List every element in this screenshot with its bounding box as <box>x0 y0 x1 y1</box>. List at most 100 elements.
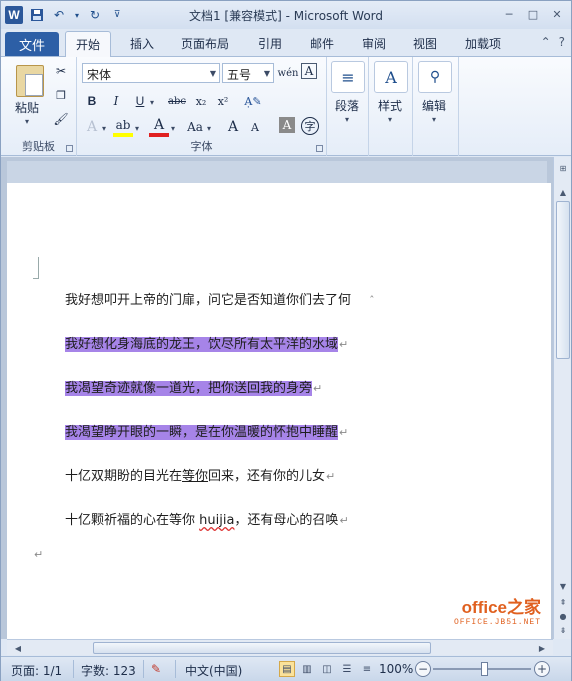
editing-dropdown-icon[interactable]: ▾ <box>432 115 436 124</box>
vertical-scroll-thumb[interactable] <box>556 201 570 359</box>
bold-button[interactable]: B <box>82 91 102 111</box>
minimize-ribbon-icon[interactable]: ⌃ <box>541 35 551 49</box>
draft-icon[interactable]: ≡ <box>359 661 375 677</box>
char-shading-button[interactable]: A <box>279 117 295 133</box>
doc-line-5-text-a: 十亿双期盼的目光在 <box>65 469 183 484</box>
print-layout-icon[interactable]: ▤ <box>279 661 295 677</box>
zoom-slider-knob[interactable] <box>481 662 488 676</box>
doc-line-5-underlined: 等你 <box>182 469 209 484</box>
font-launcher-icon[interactable] <box>316 145 323 152</box>
doc-line-1[interactable]: 我好想叩开上帝的门扉，问它是否知道你们去了何 ˆ <box>65 289 375 308</box>
binoculars-icon[interactable]: ⚲ <box>418 61 452 93</box>
proofing-error-icon[interactable]: ✎ <box>151 662 161 676</box>
language-indicator[interactable]: 中文(中国) <box>185 662 242 679</box>
help-icon[interactable]: ? <box>559 35 565 49</box>
divider <box>73 660 74 678</box>
next-page-icon[interactable]: ⇟ <box>556 623 570 637</box>
highlight-icon[interactable]: ab <box>113 117 133 137</box>
vertical-scrollbar[interactable]: ⊞ ▲ ▼ ⇞ ● ⇟ <box>553 157 571 639</box>
copy-icon[interactable]: ❐ <box>53 87 69 103</box>
zoom-level[interactable]: 100% <box>379 662 413 676</box>
tab-page-layout[interactable]: 页面布局 <box>181 35 229 52</box>
full-screen-reading-icon[interactable]: ▥ <box>299 661 315 677</box>
superscript-button[interactable]: x² <box>213 91 233 111</box>
doc-line-6[interactable]: 十亿颗祈福的心在等你 huijia，还有母心的召唤↵ <box>65 509 349 528</box>
paragraph-mark: ↵ <box>326 470 336 483</box>
tab-addins[interactable]: 加载项 <box>465 35 501 52</box>
clear-formatting-icon[interactable]: Ạ✎ <box>243 91 263 111</box>
horizontal-scroll-thumb[interactable] <box>93 642 431 654</box>
doc-line-5[interactable]: 十亿双期盼的目光在等你回来，还有你的儿女↵ <box>65 465 335 484</box>
char-border-icon[interactable]: A <box>301 63 317 79</box>
page-count[interactable]: 页面: 1/1 <box>11 662 62 679</box>
styles-label[interactable]: 样式 <box>378 97 402 114</box>
minimize-icon[interactable]: ─ <box>499 6 519 22</box>
font-name-combo[interactable]: 宋体 ▼ <box>82 63 220 83</box>
font-color-dropdown-icon[interactable]: ▾ <box>171 124 175 133</box>
previous-page-icon[interactable]: ⇞ <box>556 595 570 609</box>
cut-icon[interactable]: ✂ <box>53 63 69 79</box>
close-icon[interactable]: ✕ <box>547 6 567 22</box>
paste-dropdown-icon[interactable]: ▾ <box>25 117 29 126</box>
zoom-out-icon[interactable]: − <box>415 661 431 677</box>
scroll-up-icon[interactable]: ▲ <box>556 185 570 199</box>
web-layout-icon[interactable]: ◫ <box>319 661 335 677</box>
shrink-font-button[interactable]: A <box>245 117 265 137</box>
enclose-char-button[interactable]: 字 <box>301 117 319 135</box>
paragraph-dropdown-icon[interactable]: ▾ <box>345 115 349 124</box>
select-browse-object-icon[interactable]: ● <box>556 609 570 623</box>
zoom-in-icon[interactable]: + <box>534 661 550 677</box>
subscript-button[interactable]: x₂ <box>191 91 211 111</box>
change-case-button[interactable]: Aa <box>183 117 207 137</box>
font-color-button[interactable]: A <box>149 117 169 137</box>
underline-dropdown-icon[interactable]: ▾ <box>150 98 154 107</box>
paragraph-label[interactable]: 段落 <box>335 97 359 114</box>
ruler-toggle-icon[interactable]: ⊞ <box>556 161 570 175</box>
tab-file[interactable]: 文件 <box>5 32 59 56</box>
scroll-right-icon[interactable]: ▶ <box>535 641 549 655</box>
doc-line-6-text-a: 十亿颗祈福的心在等你 <box>65 513 200 528</box>
tab-home[interactable]: 开始 <box>65 31 112 58</box>
tab-review[interactable]: 审阅 <box>362 35 386 52</box>
paragraph-mark: ↵ <box>34 548 44 561</box>
tab-references[interactable]: 引用 <box>258 35 282 52</box>
styles-dropdown-icon[interactable]: ▾ <box>388 115 392 124</box>
outline-icon[interactable]: ☰ <box>339 661 355 677</box>
paste-button[interactable] <box>13 63 47 99</box>
word-count[interactable]: 字数: 123 <box>81 662 136 679</box>
styles-icon[interactable]: A <box>374 61 408 93</box>
scroll-left-icon[interactable]: ◀ <box>11 641 25 655</box>
paragraph-icon[interactable]: ≡ <box>331 61 365 93</box>
underline-button[interactable]: U <box>130 91 150 111</box>
editing-label[interactable]: 编辑 <box>422 97 446 114</box>
phonetic-guide-icon[interactable]: wén <box>278 63 299 83</box>
tab-insert[interactable]: 插入 <box>130 35 154 52</box>
page-top-margin <box>7 161 547 183</box>
document-page[interactable]: 我好想叩开上帝的门扉，问它是否知道你们去了何 ˆ 我好想化身海底的龙王，饮尽所有… <box>7 183 551 639</box>
change-case-dropdown-icon[interactable]: ▾ <box>207 124 211 133</box>
format-painter-icon[interactable]: 🖌 <box>53 111 69 127</box>
maximize-icon[interactable]: □ <box>523 6 543 22</box>
italic-button[interactable]: I <box>106 91 126 111</box>
text-effects-icon[interactable]: A <box>82 117 102 137</box>
strikethrough-button[interactable]: abc <box>165 91 189 111</box>
doc-line-3[interactable]: 我渴望奇迹就像一道光，把你送回我的身旁↵ <box>65 377 322 396</box>
font-name-value: 宋体 <box>87 68 112 82</box>
horizontal-scrollbar[interactable]: ◀ ▶ <box>7 639 553 655</box>
font-group-label: 字体 <box>190 140 213 153</box>
grow-font-button[interactable]: A <box>223 117 243 137</box>
doc-line-1-text: 我好想叩开上帝的门扉，问它是否知道你们去了何 <box>65 293 352 308</box>
watermark: office之家 OFFICE.JB51.NET <box>454 593 541 627</box>
highlight-dropdown-icon[interactable]: ▾ <box>135 124 139 133</box>
tab-view[interactable]: 视图 <box>413 35 437 52</box>
chevron-down-icon: ▼ <box>209 69 216 78</box>
font-size-combo[interactable]: 五号 ▼ <box>222 63 274 83</box>
doc-line-4[interactable]: 我渴望睁开眼的一瞬，是在你温暖的怀抱中睡醒↵ <box>65 421 348 440</box>
text-effects-dropdown-icon[interactable]: ▾ <box>102 124 106 133</box>
scroll-down-icon[interactable]: ▼ <box>556 579 570 593</box>
doc-line-2[interactable]: 我好想化身海底的龙王，饮尽所有太平洋的水域↵ <box>65 333 348 352</box>
doc-empty-paragraph[interactable]: ↵ <box>33 547 43 562</box>
tab-mailings[interactable]: 邮件 <box>310 35 334 52</box>
paragraph-group: ≡ 段落 ▾ <box>327 57 369 156</box>
clipboard-launcher-icon[interactable] <box>66 145 73 152</box>
